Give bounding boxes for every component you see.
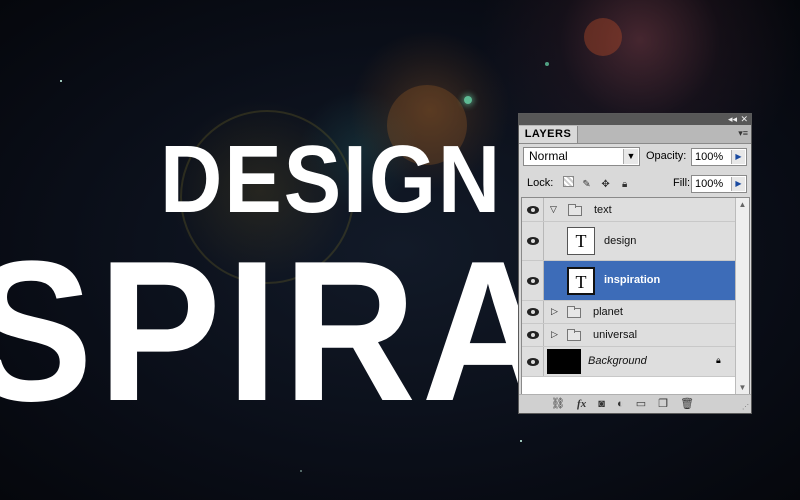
lock-icons: ✎ ✥ 🔒︎ bbox=[563, 174, 634, 190]
lock-all-icon[interactable]: 🔒︎ bbox=[618, 178, 631, 191]
scroll-up-icon[interactable]: ▲ bbox=[736, 198, 749, 211]
eye-icon[interactable] bbox=[522, 261, 544, 300]
collapse-icon[interactable]: ◂◂ bbox=[728, 114, 737, 125]
layers-scrollbar[interactable]: ▲ ▼ bbox=[735, 198, 749, 394]
lens-flare-dot bbox=[464, 96, 472, 104]
layer-background[interactable]: Background 🔒︎ bbox=[522, 347, 736, 377]
layer-name: inspiration bbox=[604, 274, 661, 286]
folder-icon bbox=[567, 329, 581, 341]
panel-menu-icon[interactable]: ▾≡ bbox=[738, 128, 748, 139]
layer-name: planet bbox=[593, 306, 623, 318]
lock-pixels-icon[interactable]: ✎ bbox=[580, 178, 593, 191]
design-text-layer: DESIGN bbox=[160, 126, 503, 233]
tab-layers[interactable]: LAYERS bbox=[519, 126, 578, 143]
eye-icon[interactable] bbox=[522, 222, 544, 260]
scroll-down-icon[interactable]: ▼ bbox=[736, 381, 749, 394]
link-icon[interactable]: ⛓ bbox=[551, 397, 565, 410]
layer-group-text[interactable]: ▽ text bbox=[522, 198, 736, 222]
layer-group-planet[interactable]: ▷ planet bbox=[522, 301, 736, 324]
text-layer-thumbnail-icon: T bbox=[567, 227, 595, 255]
panel-tab-row: LAYERS ▾≡ bbox=[519, 125, 751, 144]
layer-name: design bbox=[604, 235, 637, 247]
opacity-label: Opacity: bbox=[646, 150, 687, 162]
new-layer-icon[interactable]: ❐ bbox=[658, 397, 668, 410]
blend-row: Normal ▼ Opacity: 100% ▶ bbox=[523, 147, 749, 169]
lock-transparent-icon[interactable] bbox=[563, 176, 574, 187]
lock-icon: 🔒︎ bbox=[716, 355, 721, 365]
blend-mode-select[interactable]: Normal ▼ bbox=[523, 147, 640, 166]
eye-icon[interactable] bbox=[522, 347, 544, 376]
adjustment-icon[interactable]: ◐ bbox=[617, 398, 624, 410]
folder-icon bbox=[567, 306, 581, 318]
lock-label: Lock: bbox=[527, 177, 554, 189]
opacity-value: 100% bbox=[695, 151, 724, 163]
layer-name: universal bbox=[593, 329, 638, 341]
layers-list[interactable]: ▽ text T design T inspiration ▷ planet ▷ bbox=[521, 197, 750, 395]
fx-icon[interactable]: fx bbox=[577, 398, 586, 410]
trash-icon[interactable]: 🗑︎ bbox=[680, 397, 694, 410]
collapse-triangle-icon[interactable]: ▷ bbox=[551, 329, 558, 340]
star bbox=[60, 80, 62, 82]
panel-actions: ⛓ fx ◙ ◐ ▭ ❐ 🗑︎ bbox=[551, 397, 703, 411]
lock-row: Lock: ✎ ✥ 🔒︎ Fill: 100% ▶ bbox=[523, 174, 749, 196]
chevron-down-icon[interactable]: ▼ bbox=[623, 149, 638, 164]
new-group-icon[interactable]: ▭ bbox=[636, 397, 646, 410]
folder-icon bbox=[568, 204, 582, 216]
fill-value: 100% bbox=[695, 178, 724, 190]
background-thumbnail bbox=[547, 349, 581, 374]
opacity-arrow-icon[interactable]: ▶ bbox=[731, 150, 745, 164]
fill-field[interactable]: 100% ▶ bbox=[691, 175, 747, 193]
panel-bottom-bar: ⛓ fx ◙ ◐ ▭ ❐ 🗑︎ ⋰ bbox=[519, 394, 751, 413]
layers-panel[interactable]: ◂◂ ✕ LAYERS ▾≡ Normal ▼ Opacity: 100% ▶ … bbox=[518, 113, 752, 414]
lock-position-icon[interactable]: ✥ bbox=[599, 178, 612, 191]
blend-mode-value: Normal bbox=[529, 149, 568, 163]
eye-icon[interactable] bbox=[522, 301, 544, 323]
layer-name: text bbox=[594, 204, 612, 216]
lens-flare-red bbox=[584, 18, 622, 56]
layer-design[interactable]: T design bbox=[522, 222, 736, 261]
eye-icon[interactable] bbox=[522, 198, 544, 221]
star bbox=[300, 470, 302, 472]
layer-name: Background bbox=[588, 355, 647, 367]
close-icon[interactable]: ✕ bbox=[740, 114, 748, 125]
layer-inspiration[interactable]: T inspiration bbox=[522, 261, 736, 301]
opacity-field[interactable]: 100% ▶ bbox=[691, 148, 747, 166]
lens-flare-dot bbox=[545, 62, 549, 66]
fill-arrow-icon[interactable]: ▶ bbox=[731, 177, 745, 191]
collapse-triangle-icon[interactable]: ▷ bbox=[551, 306, 558, 317]
expand-triangle-icon[interactable]: ▽ bbox=[550, 204, 557, 215]
layer-group-universal[interactable]: ▷ universal bbox=[522, 324, 736, 347]
fill-label: Fill: bbox=[673, 177, 691, 189]
eye-icon[interactable] bbox=[522, 324, 544, 346]
resize-grip-icon[interactable]: ⋰ bbox=[742, 403, 749, 411]
mask-icon[interactable]: ◙ bbox=[598, 398, 605, 410]
text-layer-thumbnail-icon: T bbox=[567, 267, 595, 295]
panel-title-bar[interactable]: ◂◂ ✕ bbox=[519, 114, 751, 125]
